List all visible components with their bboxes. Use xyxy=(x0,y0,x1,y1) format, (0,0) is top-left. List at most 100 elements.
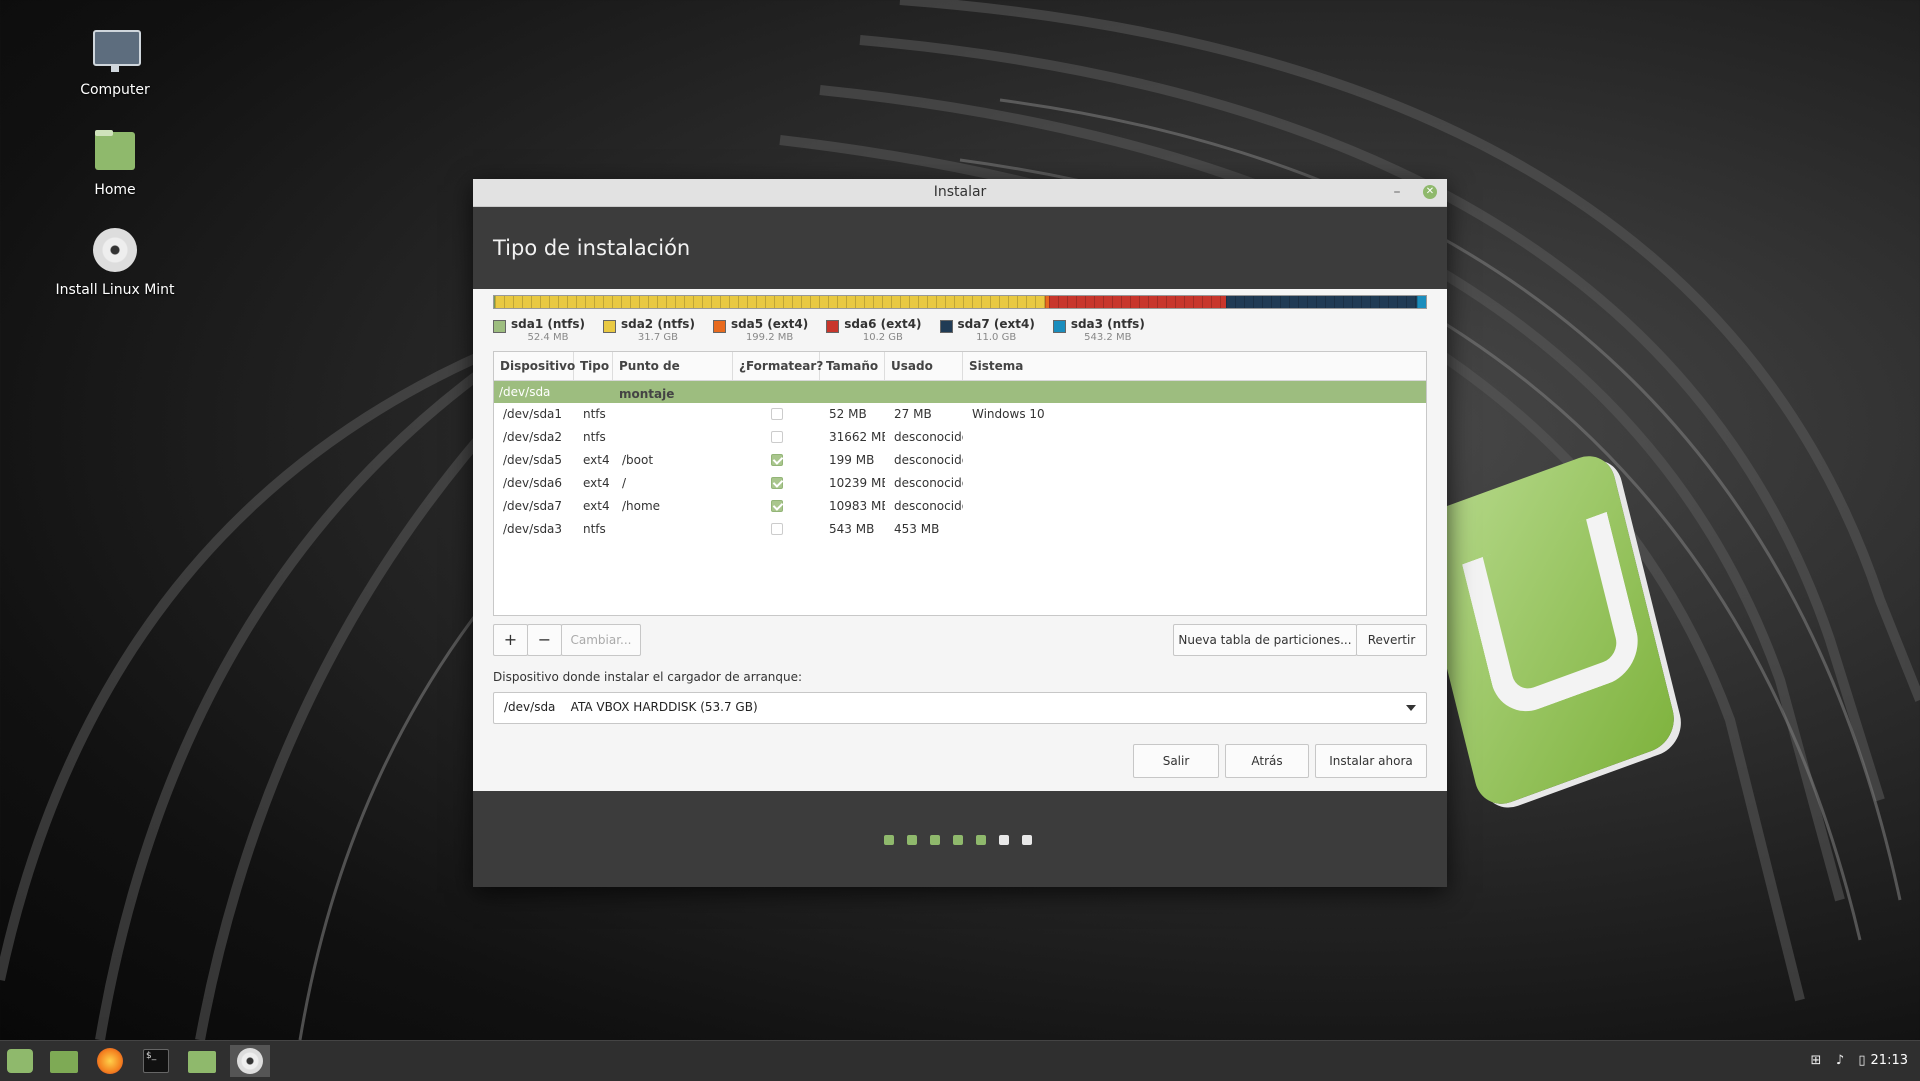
format-cell[interactable] xyxy=(733,449,820,472)
legend-size: 543.2 MB xyxy=(1084,332,1132,343)
column-header-device[interactable]: Dispositivo xyxy=(494,352,575,380)
legend-item: sda7 (ext4) 11.0 GB xyxy=(939,317,1035,343)
bootloader-device-value: /dev/sda ATA VBOX HARDDISK (53.7 GB) xyxy=(504,700,758,714)
partition-segment-sda3 xyxy=(1416,296,1426,308)
cell-device: /dev/sda2 xyxy=(503,430,563,444)
format-cell[interactable] xyxy=(733,495,820,518)
legend-item: sda1 (ntfs) 52.4 MB xyxy=(493,317,585,343)
legend-item: sda6 (ext4) 10.2 GB xyxy=(826,317,922,343)
format-cell[interactable] xyxy=(733,518,820,541)
cell-mount: /boot xyxy=(622,453,654,467)
legend-label: sda5 (ext4) xyxy=(730,317,809,331)
launcher-files[interactable] xyxy=(46,1045,82,1077)
desktop-icon-home[interactable]: Home xyxy=(45,128,185,198)
cell-type: ext4 xyxy=(583,453,610,467)
new-partition-table-button[interactable]: Nueva tabla de particiones... xyxy=(1173,624,1357,656)
legend-label: sda3 (ntfs) xyxy=(1070,317,1145,331)
legend-label: sda6 (ext4) xyxy=(844,317,922,331)
cell-mount xyxy=(613,403,733,426)
desktop-icon-computer[interactable]: Computer xyxy=(45,28,185,98)
bootloader-device-select[interactable]: /dev/sda ATA VBOX HARDDISK (53.7 GB) xyxy=(493,692,1427,724)
install-now-button[interactable]: Instalar ahora xyxy=(1315,744,1427,778)
cell-system xyxy=(963,518,1426,541)
step-dot xyxy=(953,835,963,845)
column-header-system[interactable]: Sistema xyxy=(963,352,1426,380)
cell-size: 52 MB xyxy=(829,407,867,421)
cell-used: 453 MB xyxy=(894,522,940,536)
table-row[interactable]: /dev/sda6 ext4 / 10239 MB desconocido xyxy=(494,472,1426,495)
window-titlebar[interactable]: Instalar – ✕ xyxy=(473,179,1447,207)
cell-used: desconocido xyxy=(894,499,963,513)
format-checkbox[interactable] xyxy=(770,477,783,489)
partition-rows: /dev/sda1 ntfs 52 MB 27 MB Windows 10/dev/sd… xyxy=(494,403,1426,541)
column-header-used[interactable]: Usado xyxy=(885,352,963,380)
legend-item: sda5 (ext4) 199.2 MB xyxy=(712,317,809,343)
cell-type: ntfs xyxy=(583,522,606,536)
cell-device: /dev/sda5 xyxy=(503,453,563,467)
partition-segment-sda6 xyxy=(1048,296,1226,308)
format-cell[interactable] xyxy=(733,426,820,449)
cell-device: /dev/sda1 xyxy=(503,407,563,421)
remove-partition-button[interactable]: − xyxy=(527,624,562,656)
progress-footer xyxy=(473,791,1447,887)
launcher-terminal[interactable]: $_ xyxy=(138,1045,174,1077)
cell-device: /dev/sda3 xyxy=(503,522,563,536)
table-row[interactable]: /dev/sda2 ntfs 31662 MB desconocido xyxy=(494,426,1426,449)
partition-bar xyxy=(493,295,1427,309)
cell-system: Windows 10 xyxy=(972,407,1045,421)
clock[interactable]: 21:13 xyxy=(1871,1041,1908,1081)
legend-size: 11.0 GB xyxy=(976,332,1017,343)
legend-item: sda2 (ntfs) 31.7 GB xyxy=(602,317,695,343)
volume-icon[interactable]: ♪ xyxy=(1832,1053,1848,1069)
legend-swatch xyxy=(493,320,506,333)
format-cell[interactable] xyxy=(733,403,820,426)
battery-icon[interactable]: ▯ xyxy=(1854,1053,1870,1069)
cell-size: 199 MB xyxy=(829,453,875,467)
launcher-folder[interactable] xyxy=(184,1045,220,1077)
column-header-mount[interactable]: Punto de montaje xyxy=(613,352,733,401)
cell-used: desconocido xyxy=(894,476,963,490)
format-checkbox[interactable] xyxy=(770,523,783,535)
format-checkbox[interactable] xyxy=(770,454,783,466)
partition-table: Dispositivo Tipo Punto de montaje ¿Forma… xyxy=(493,351,1427,616)
launcher-firefox[interactable] xyxy=(92,1045,128,1077)
revert-button[interactable]: Revertir xyxy=(1356,624,1427,656)
back-button[interactable]: Atrás xyxy=(1225,744,1309,778)
cell-type: ntfs xyxy=(583,430,606,444)
disc-icon xyxy=(91,228,139,276)
legend-swatch xyxy=(602,320,616,333)
minimize-button[interactable]: – xyxy=(1387,179,1407,206)
table-row[interactable]: /dev/sda1 ntfs 52 MB 27 MB Windows 10 xyxy=(494,403,1426,426)
legend-label: sda2 (ntfs) xyxy=(620,317,695,331)
change-partition-button[interactable]: Cambiar... xyxy=(561,624,641,656)
step-dot xyxy=(930,835,940,845)
cell-device: /dev/sda6 xyxy=(503,476,563,490)
desktop-icon-install[interactable]: Install Linux Mint xyxy=(45,228,185,298)
table-row[interactable]: /dev/sda3 ntfs 543 MB 453 MB xyxy=(494,518,1426,541)
disk-name: /dev/sda xyxy=(499,385,551,399)
format-checkbox[interactable] xyxy=(770,431,783,443)
quit-button[interactable]: Salir xyxy=(1133,744,1219,778)
network-icon[interactable]: ⊞ xyxy=(1808,1053,1824,1069)
table-row[interactable]: /dev/sda5 ext4/boot 199 MB desconocido xyxy=(494,449,1426,472)
add-partition-button[interactable]: + xyxy=(493,624,528,656)
legend-size: 52.4 MB xyxy=(527,332,569,343)
legend-label: sda7 (ext4) xyxy=(957,317,1035,331)
column-header-size[interactable]: Tamaño xyxy=(820,352,885,380)
table-row[interactable]: /dev/sda7 ext4/home 10983 MB desconocido xyxy=(494,495,1426,518)
format-checkbox[interactable] xyxy=(770,408,783,420)
menu-button[interactable] xyxy=(2,1045,38,1077)
legend-item: sda3 (ntfs) 543.2 MB xyxy=(1052,317,1145,343)
window-button-installer[interactable] xyxy=(230,1045,270,1077)
partition-segment-sda2 xyxy=(494,296,1045,308)
page-title: Tipo de instalación xyxy=(473,207,1447,289)
legend-swatch xyxy=(1052,320,1066,333)
column-header-format[interactable]: ¿Formatear? xyxy=(733,352,823,380)
cell-type: ext4 xyxy=(583,476,610,490)
legend-label: sda1 (ntfs) xyxy=(511,317,585,331)
close-button[interactable]: ✕ xyxy=(1423,185,1437,199)
column-header-type[interactable]: Tipo xyxy=(574,352,613,380)
desktop-icon-label: Computer xyxy=(80,82,150,98)
format-checkbox[interactable] xyxy=(770,500,783,512)
format-cell[interactable] xyxy=(733,472,820,495)
